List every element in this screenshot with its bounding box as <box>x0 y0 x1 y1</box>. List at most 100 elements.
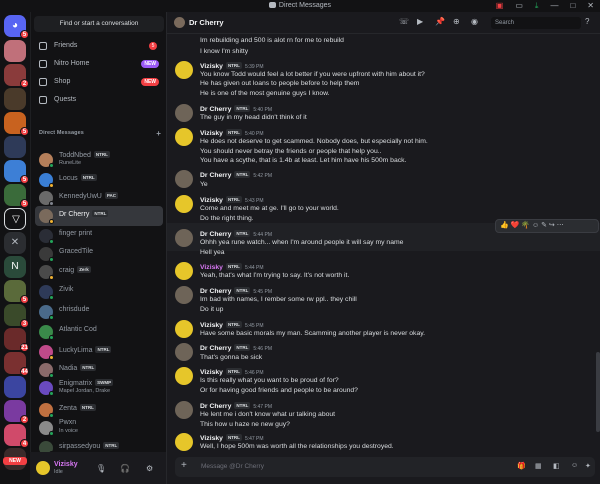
server-icon[interactable]: N <box>4 256 26 278</box>
nav-friends[interactable]: Friends 5 <box>35 38 163 54</box>
message-avatar[interactable] <box>175 128 193 146</box>
nav-shop[interactable]: Shop NEW <box>35 74 163 90</box>
server-icon[interactable]: 2 <box>4 400 29 424</box>
dm-item[interactable]: chrisdude <box>35 302 163 322</box>
server-icon[interactable]: 5 <box>4 184 29 208</box>
message-avatar[interactable] <box>175 229 193 247</box>
header-username[interactable]: Dr Cherry <box>189 18 224 27</box>
dm-item[interactable]: Pwxn In voice <box>35 418 163 438</box>
message-author[interactable]: Dr Cherry NTRL 5:40 PM <box>200 105 272 113</box>
nav-quests[interactable]: Quests <box>35 92 163 108</box>
server-icon[interactable]: ▽ <box>4 208 26 230</box>
server-icon[interactable]: ✕ <box>4 232 26 254</box>
folder-icon[interactable] <box>4 376 26 398</box>
message-avatar[interactable] <box>175 262 193 280</box>
gif-icon[interactable]: ▦ <box>535 462 542 470</box>
dm-item[interactable]: ToddNbed NTRL RuneLite <box>35 150 163 170</box>
message-avatar[interactable] <box>175 195 193 213</box>
attach-plus-icon[interactable]: + <box>181 460 187 471</box>
sticker-icon[interactable]: ◧ <box>553 462 560 470</box>
add-friends-icon[interactable]: ⊕ <box>453 17 460 26</box>
message-avatar[interactable] <box>175 61 193 79</box>
profile-icon[interactable]: ◉ <box>471 17 478 26</box>
message-avatar[interactable] <box>175 401 193 419</box>
video-call-icon[interactable]: ▶ <box>417 17 423 26</box>
message-avatar[interactable] <box>175 286 193 304</box>
search-input[interactable]: Search <box>491 17 581 29</box>
dm-item[interactable]: GracedTile <box>35 244 163 264</box>
gift-icon[interactable]: 🎁 <box>517 462 526 470</box>
server-icon[interactable] <box>4 88 26 110</box>
message-author[interactable]: Dr Cherry NTRL 5:44 PM <box>200 230 272 238</box>
message-author[interactable]: Vizisky NTRL 5:45 PM <box>200 321 264 329</box>
help-icon[interactable]: ? <box>585 17 589 26</box>
server-icon[interactable]: 5 <box>4 280 29 304</box>
server-icon[interactable]: 5 <box>4 160 29 184</box>
message-author[interactable]: Vizisky NTRL 5:47 PM <box>200 434 264 442</box>
create-dm-button[interactable]: + <box>156 129 161 138</box>
dm-item[interactable]: Zenta NTRL <box>35 400 163 420</box>
inbox-icon[interactable]: ▭ <box>515 1 523 11</box>
pin-icon[interactable]: 📌 <box>435 17 445 26</box>
dm-item[interactable]: Zivik <box>35 282 163 302</box>
apps-icon[interactable]: ✦ <box>585 462 591 470</box>
message-actions-bar[interactable]: 👍 ❤️ 🌴 ☺ ✎ ↪ ⋯ <box>495 219 599 233</box>
find-conversation-button[interactable]: Find or start a conversation <box>34 16 164 32</box>
quick-reactions[interactable]: 👍 ❤️ 🌴 <box>500 222 530 229</box>
message-author[interactable]: Vizisky NTRL 5:46 PM <box>200 368 264 376</box>
message-author[interactable]: Vizisky NTRL 5:44 PM <box>200 263 264 271</box>
scrollbar[interactable] <box>596 352 600 432</box>
dm-item[interactable]: Locus NTRL <box>35 170 163 190</box>
message-author[interactable]: Vizisky NTRL 5:39 PM <box>200 62 264 70</box>
message-author[interactable]: Vizisky NTRL 5:40 PM <box>200 129 264 137</box>
dm-item[interactable]: Atlantic Cod <box>35 322 163 342</box>
maximize-button[interactable]: □ <box>570 1 575 11</box>
message-composer[interactable]: + Message @Dr Cherry 🎁 ▦ ◧ ☺ ✦ <box>175 457 595 477</box>
dm-item[interactable]: Nadia NTRL <box>35 360 163 380</box>
message-avatar[interactable] <box>175 367 193 385</box>
settings-gear-icon[interactable]: ⚙ <box>146 464 153 473</box>
message-avatar[interactable] <box>175 343 193 361</box>
nav-nitro-home[interactable]: Nitro Home NEW <box>35 56 163 72</box>
server-icon[interactable]: 2 <box>4 64 29 88</box>
status-indicator <box>49 391 54 396</box>
message-author[interactable]: Dr Cherry NTRL 5:47 PM <box>200 402 272 410</box>
screen-share-icon[interactable]: ▣ <box>496 1 504 11</box>
server-icon[interactable]: 3 <box>4 304 29 328</box>
close-button[interactable]: ✕ <box>587 1 594 11</box>
dm-item[interactable]: LuckyLima NTRL <box>35 342 163 362</box>
message-avatar[interactable] <box>175 320 193 338</box>
download-icon[interactable]: ⤓ <box>535 1 539 11</box>
server-icon[interactable] <box>4 40 26 62</box>
server-icon[interactable] <box>4 136 26 158</box>
message-action-icons[interactable]: ☺ ✎ ↪ ⋯ <box>530 222 564 229</box>
server-icon[interactable]: 21 <box>4 328 29 352</box>
minimize-button[interactable]: — <box>550 1 558 11</box>
message-avatar[interactable] <box>175 104 193 122</box>
dm-item[interactable]: finger print <box>35 226 163 246</box>
home-button[interactable]: ◕ 5 <box>4 15 29 39</box>
message-author[interactable]: Dr Cherry NTRL 5:45 PM <box>200 287 272 295</box>
dm-item[interactable]: Enigmatrix SWMP Mapel Jordan, Drake <box>35 378 163 398</box>
user-avatar[interactable] <box>36 461 50 475</box>
message-author[interactable]: Dr Cherry NTRL 5:42 PM <box>200 171 272 179</box>
message-author[interactable]: Dr Cherry NTRL 5:46 PM <box>200 344 272 352</box>
headphones-icon[interactable]: 🎧 <box>120 464 130 473</box>
message-input[interactable]: Message @Dr Cherry <box>201 463 264 470</box>
emoji-icon[interactable]: ☺ <box>571 462 578 469</box>
header-avatar[interactable] <box>174 17 185 28</box>
message-avatar[interactable] <box>175 170 193 188</box>
server-icon[interactable]: 5 <box>4 112 29 136</box>
message-avatar[interactable] <box>175 433 193 451</box>
server-icon[interactable]: 44 <box>4 352 29 376</box>
dm-item[interactable]: craig Zerk <box>35 262 163 282</box>
voice-call-icon[interactable]: ☏ <box>399 17 409 26</box>
microphone-icon[interactable]: 🎙 <box>96 464 106 473</box>
message-list[interactable]: 👍 ❤️ 🌴 ☺ ✎ ↪ ⋯ Im rebuilding and 500 is a… <box>167 34 600 454</box>
dm-item[interactable]: Dr Cherry NTRL <box>35 206 163 226</box>
server-icon[interactable]: 4 <box>4 424 29 448</box>
dm-item[interactable]: KennedyUwU PAC <box>35 188 163 208</box>
message-text: You have a scythe, that is 1.4b at least… <box>200 157 407 164</box>
server-icon[interactable]: NEW <box>3 448 27 470</box>
message-author[interactable]: Vizisky NTRL 5:43 PM <box>200 196 264 204</box>
